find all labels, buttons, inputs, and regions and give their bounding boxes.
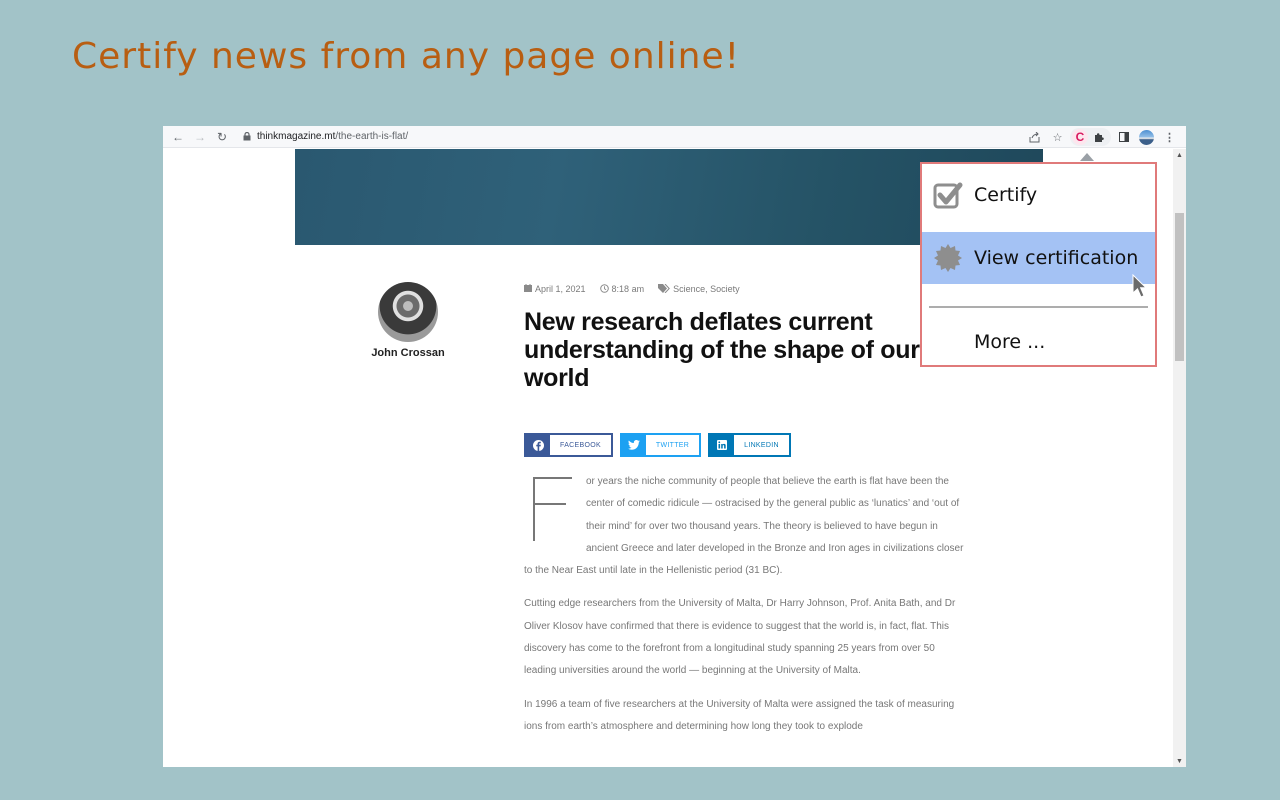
popup-item-certify-label: Certify bbox=[974, 184, 1038, 206]
lock-icon bbox=[241, 131, 253, 143]
article-categories[interactable]: Science, Society bbox=[673, 284, 740, 294]
article-meta: April 1, 2021 8:18 am Science, Society bbox=[524, 282, 964, 296]
kebab-menu-icon: ⋮ bbox=[1164, 131, 1175, 144]
article-paragraph: In 1996 a team of five researchers at th… bbox=[524, 698, 955, 732]
extensions-button[interactable] bbox=[1088, 127, 1109, 147]
browser-toolbar: ← → ↻ thinkmagazine.mt/the-earth-is-flat… bbox=[163, 126, 1186, 148]
calendar-icon bbox=[524, 284, 532, 294]
scrollbar-thumb[interactable] bbox=[1175, 213, 1184, 361]
scroll-up-arrow-icon[interactable]: ▲ bbox=[1173, 149, 1186, 161]
article-time: 8:18 am bbox=[611, 284, 645, 294]
url-host: thinkmagazine.mt bbox=[257, 131, 336, 142]
checkbox-checked-icon bbox=[932, 179, 964, 211]
bookmark-button[interactable]: ☆ bbox=[1047, 127, 1068, 147]
extension-pill: C bbox=[1070, 128, 1111, 146]
author-avatar[interactable] bbox=[378, 282, 438, 342]
forward-arrow-icon: → bbox=[194, 129, 206, 144]
article-paragraph: Cutting edge researchers from the Univer… bbox=[524, 598, 956, 677]
back-arrow-icon: ← bbox=[172, 129, 184, 144]
forward-button[interactable]: → bbox=[189, 126, 211, 148]
popup-pointer bbox=[1080, 153, 1094, 161]
author-name[interactable]: John Crossan bbox=[358, 347, 458, 359]
star-icon: ☆ bbox=[1052, 131, 1063, 144]
scroll-down-arrow-icon[interactable]: ▼ bbox=[1173, 755, 1186, 767]
tags-icon bbox=[658, 283, 670, 295]
share-linkedin-label: LINKEDIN bbox=[734, 435, 789, 455]
article-body: or years the niche community of people t… bbox=[524, 471, 964, 738]
share-icon bbox=[1029, 131, 1040, 142]
url-path: /the-earth-is-flat/ bbox=[335, 131, 409, 142]
popup-item-certify[interactable]: Certify bbox=[922, 174, 1155, 216]
back-button[interactable]: ← bbox=[167, 126, 189, 148]
paragraph-text: or years the niche community of people t… bbox=[524, 476, 964, 577]
share-facebook-button[interactable]: FACEBOOK bbox=[524, 433, 613, 457]
author-block: John Crossan bbox=[358, 282, 458, 359]
dropcap-letter bbox=[524, 477, 576, 547]
linkedin-icon bbox=[710, 435, 735, 455]
facebook-icon bbox=[526, 435, 550, 455]
clock-icon bbox=[599, 283, 609, 295]
share-twitter-label: TWITTER bbox=[645, 435, 700, 455]
reload-icon: ↻ bbox=[216, 129, 228, 144]
article-paragraph: or years the niche community of people t… bbox=[524, 471, 964, 582]
share-facebook-label: FACEBOOK bbox=[550, 435, 611, 455]
popup-item-view-certification[interactable]: View certification bbox=[922, 232, 1155, 284]
mouse-cursor-icon bbox=[1132, 273, 1148, 303]
article: April 1, 2021 8:18 am Science, Society N… bbox=[524, 282, 964, 738]
popup-item-more[interactable]: More ... bbox=[922, 322, 1155, 362]
share-twitter-button[interactable]: TWITTER bbox=[619, 433, 702, 457]
popup-item-view-certification-label: View certification bbox=[974, 247, 1139, 269]
profile-avatar bbox=[1139, 129, 1154, 145]
side-panel-button[interactable] bbox=[1113, 127, 1134, 147]
popup-item-more-label: More ... bbox=[974, 331, 1046, 353]
puzzle-icon bbox=[1094, 133, 1104, 142]
extension-popup-menu: Certify View certification More ... bbox=[920, 162, 1157, 367]
share-button[interactable] bbox=[1024, 127, 1045, 147]
seal-badge-icon bbox=[932, 242, 964, 274]
article-headline: New research deflates current understand… bbox=[524, 308, 920, 392]
share-buttons: FACEBOOK TWITTER LINKEDIN bbox=[524, 433, 964, 457]
article-date[interactable]: April 1, 2021 bbox=[535, 284, 586, 294]
promo-title: Certify news from any page online! bbox=[72, 36, 741, 77]
share-linkedin-button[interactable]: LINKEDIN bbox=[708, 433, 791, 457]
page-scrollbar[interactable]: ▲ ▼ bbox=[1173, 149, 1186, 767]
certify-extension-icon[interactable]: C bbox=[1072, 129, 1088, 145]
twitter-icon bbox=[621, 435, 646, 455]
browser-menu-button[interactable]: ⋮ bbox=[1159, 127, 1180, 147]
popup-divider bbox=[929, 306, 1148, 308]
address-bar[interactable]: thinkmagazine.mt/the-earth-is-flat/ bbox=[241, 131, 408, 143]
side-panel-icon bbox=[1118, 132, 1129, 142]
profile-button[interactable] bbox=[1136, 127, 1157, 147]
reload-button[interactable]: ↻ bbox=[211, 126, 233, 148]
